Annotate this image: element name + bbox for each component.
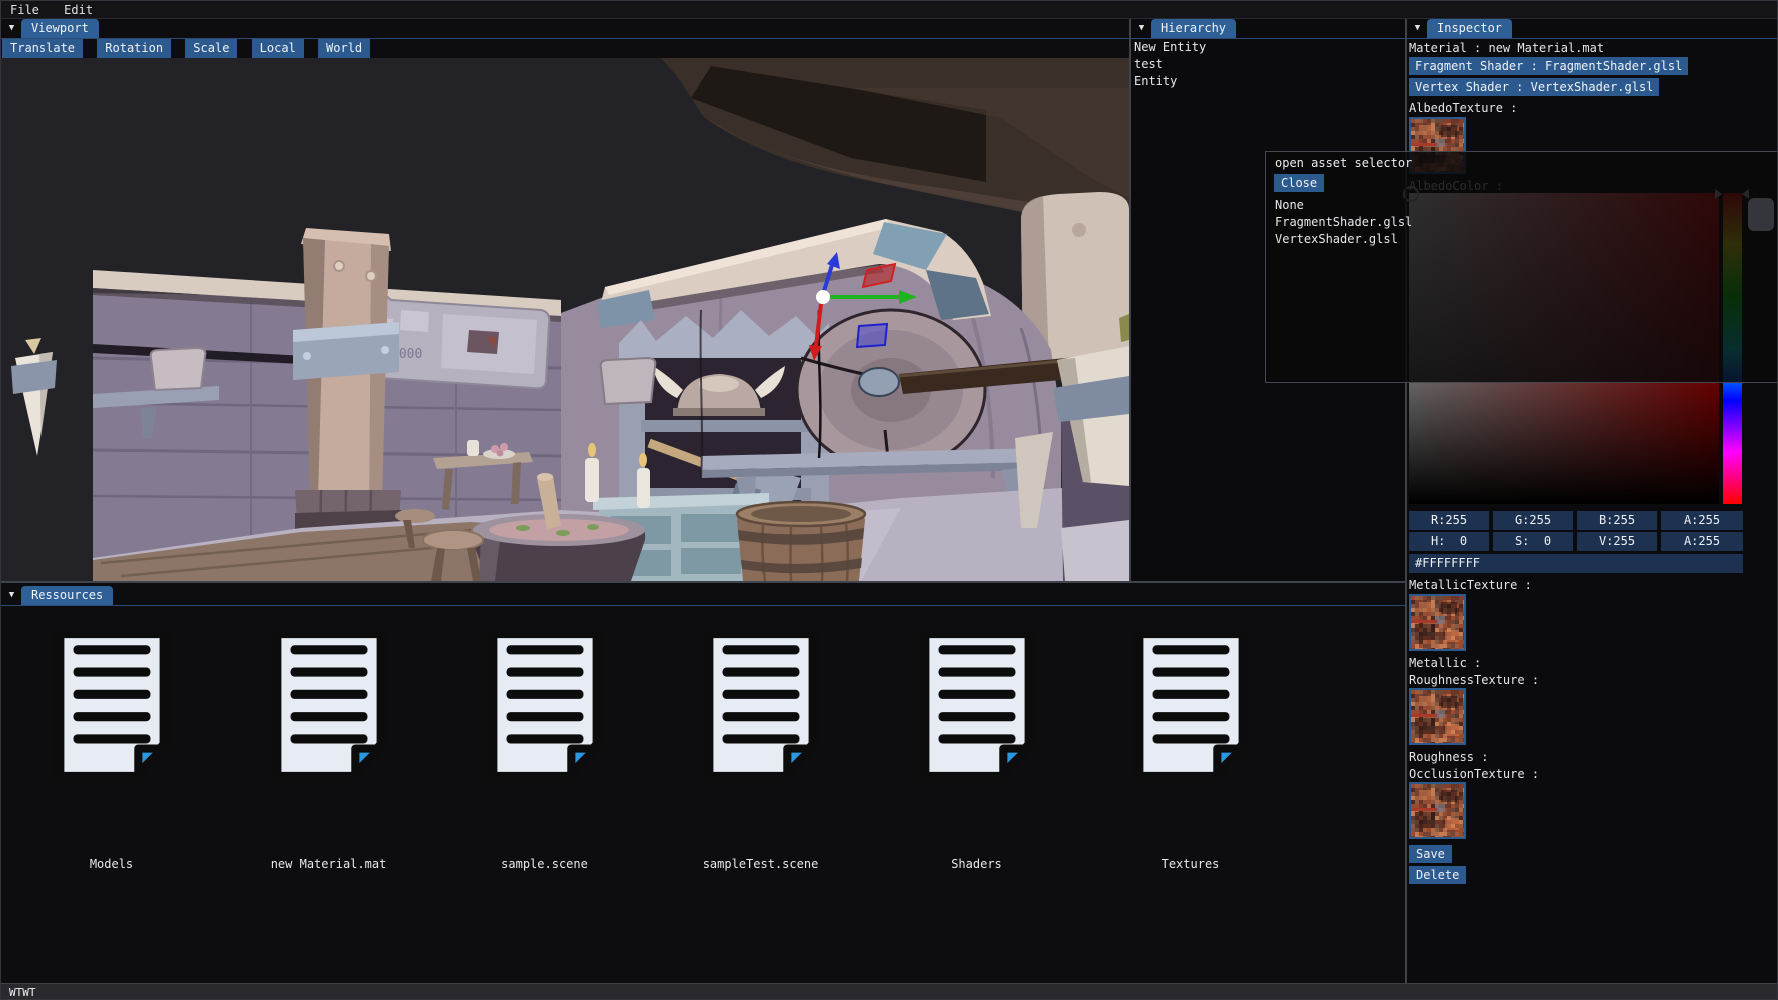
hierarchy-item-test[interactable]: test: [1134, 57, 1394, 74]
tab-underline: [1407, 38, 1778, 39]
file-item-models[interactable]: Models: [4, 625, 219, 875]
status-text: WTWT: [9, 986, 36, 999]
metallic-label: Metallic :: [1409, 656, 1481, 670]
alpha-field[interactable]: A:255: [1661, 511, 1743, 530]
hierarchy-item-entity[interactable]: Entity: [1134, 74, 1394, 91]
menu-file[interactable]: File: [1, 1, 48, 19]
hue-field[interactable]: H: 0: [1409, 532, 1489, 551]
document-icon: [480, 625, 610, 785]
delete-button[interactable]: Delete: [1409, 866, 1466, 884]
hierarchy-item-new-entity[interactable]: New Entity: [1134, 40, 1394, 57]
scene-viewport[interactable]: 5000: [1, 58, 1129, 581]
gizmo-plane-yz[interactable]: [857, 324, 887, 347]
collapse-arrow-icon[interactable]: ▼: [4, 21, 19, 36]
file-label: Shaders: [869, 857, 1084, 871]
hex-color-field[interactable]: #FFFFFFFF: [1409, 554, 1743, 573]
scale-button[interactable]: Scale: [185, 39, 237, 58]
roughness-texture-thumbnail[interactable]: [1409, 688, 1466, 745]
file-label: Models: [4, 857, 219, 871]
menu-edit[interactable]: Edit: [55, 1, 102, 19]
document-icon: [912, 625, 1042, 785]
tab-underline: [1131, 38, 1405, 39]
asset-option-vertexshader[interactable]: VertexShader.glsl: [1275, 232, 1398, 246]
fragment-shader-button[interactable]: Fragment Shader : FragmentShader.glsl: [1409, 57, 1688, 75]
viewport-toolbar: Translate Rotation Scale Local World: [1, 39, 1129, 58]
resources-panel: ▼ Ressources Models: [1, 583, 1405, 983]
popup-title: open asset selector: [1275, 156, 1412, 170]
albedo-texture-label: AlbedoTexture :: [1409, 101, 1517, 115]
resources-tab-bar: ▼ Ressources: [1, 586, 1405, 605]
status-bar: WTWT: [1, 983, 1778, 1000]
tab-inspector[interactable]: Inspector: [1427, 19, 1512, 38]
file-label: new Material.mat: [221, 857, 436, 871]
asset-option-none[interactable]: None: [1275, 198, 1304, 212]
file-item-sampletest-scene[interactable]: sampleTest.scene: [653, 625, 868, 875]
inspector-tab-bar: ▼ Inspector: [1407, 19, 1778, 38]
local-button[interactable]: Local: [252, 39, 304, 58]
alpha-field-2[interactable]: A:255: [1661, 532, 1743, 551]
engine-editor-window: File Edit ▼ Viewport Translate Rotation …: [0, 0, 1778, 1000]
viewport-tab-bar: ▼ Viewport: [1, 19, 1129, 38]
collapse-arrow-icon[interactable]: ▼: [1134, 21, 1149, 36]
rotation-button[interactable]: Rotation: [97, 39, 171, 58]
hierarchy-tab-bar: ▼ Hierarchy: [1131, 19, 1405, 38]
value-field[interactable]: V:255: [1577, 532, 1657, 551]
close-button[interactable]: Close: [1274, 174, 1324, 192]
tab-viewport[interactable]: Viewport: [21, 19, 99, 38]
vertex-shader-button[interactable]: Vertex Shader : VertexShader.glsl: [1409, 78, 1659, 96]
file-label: sampleTest.scene: [653, 857, 868, 871]
panel-divider[interactable]: [1, 581, 1407, 583]
scrollbar-thumb[interactable]: [1748, 198, 1774, 231]
tab-underline: [1, 605, 1405, 606]
tab-hierarchy[interactable]: Hierarchy: [1151, 19, 1236, 38]
file-item-new-material[interactable]: new Material.mat: [221, 625, 436, 875]
world-button[interactable]: World: [318, 39, 370, 58]
document-icon: [47, 625, 177, 785]
roughness-texture-label: RoughnessTexture :: [1409, 673, 1539, 687]
translate-button[interactable]: Translate: [2, 39, 83, 58]
asset-selector-popup: open asset selector Close None FragmentS…: [1265, 151, 1778, 383]
occlusion-texture-thumbnail[interactable]: [1409, 782, 1466, 839]
file-item-shaders[interactable]: Shaders: [869, 625, 1084, 875]
collapse-arrow-icon[interactable]: ▼: [1410, 21, 1425, 36]
panel-divider[interactable]: [1129, 19, 1131, 581]
file-label: Textures: [1083, 857, 1298, 871]
file-item-sample-scene[interactable]: sample.scene: [437, 625, 652, 875]
tab-resources[interactable]: Ressources: [21, 586, 113, 605]
save-button[interactable]: Save: [1409, 845, 1452, 863]
menu-bar: File Edit: [1, 1, 1778, 19]
metallic-texture-label: MetallicTexture :: [1409, 578, 1532, 592]
occlusion-texture-label: OcclusionTexture :: [1409, 767, 1539, 781]
roughness-label: Roughness :: [1409, 750, 1488, 764]
collapse-arrow-icon[interactable]: ▼: [4, 588, 19, 603]
blue-field[interactable]: B:255: [1577, 511, 1657, 530]
viewport-panel: ▼ Viewport Translate Rotation Scale Loca…: [1, 19, 1129, 581]
asset-option-fragmentshader[interactable]: FragmentShader.glsl: [1275, 215, 1412, 229]
gizmo-center-handle[interactable]: [816, 290, 830, 304]
metallic-texture-thumbnail[interactable]: [1409, 594, 1466, 651]
document-icon: [264, 625, 394, 785]
saturation-field[interactable]: S: 0: [1493, 532, 1573, 551]
red-field[interactable]: R:255: [1409, 511, 1489, 530]
material-label: Material : new Material.mat: [1409, 41, 1604, 55]
file-label: sample.scene: [437, 857, 652, 871]
document-icon: [1126, 625, 1256, 785]
green-field[interactable]: G:255: [1493, 511, 1573, 530]
document-icon: [696, 625, 826, 785]
file-item-textures[interactable]: Textures: [1083, 625, 1298, 875]
